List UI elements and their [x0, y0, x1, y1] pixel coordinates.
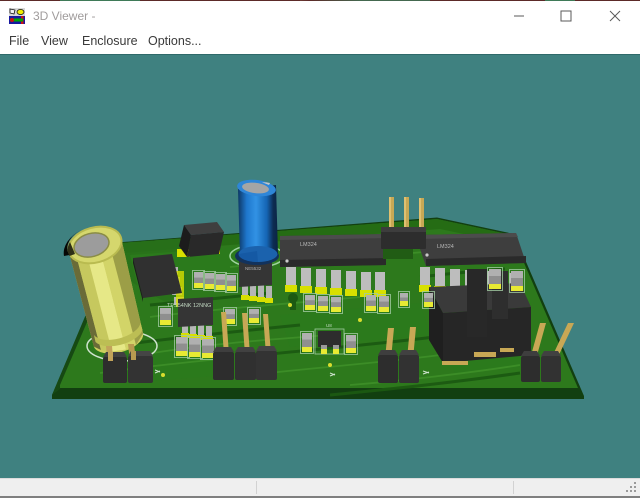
- svg-text:TPS54NK 12NNG: TPS54NK 12NNG: [167, 303, 211, 309]
- svg-text:U8: U8: [326, 323, 332, 328]
- svg-text:LM324: LM324: [437, 244, 454, 250]
- svg-text:LM324: LM324: [300, 242, 317, 248]
- svg-text:NE5532: NE5532: [245, 266, 262, 271]
